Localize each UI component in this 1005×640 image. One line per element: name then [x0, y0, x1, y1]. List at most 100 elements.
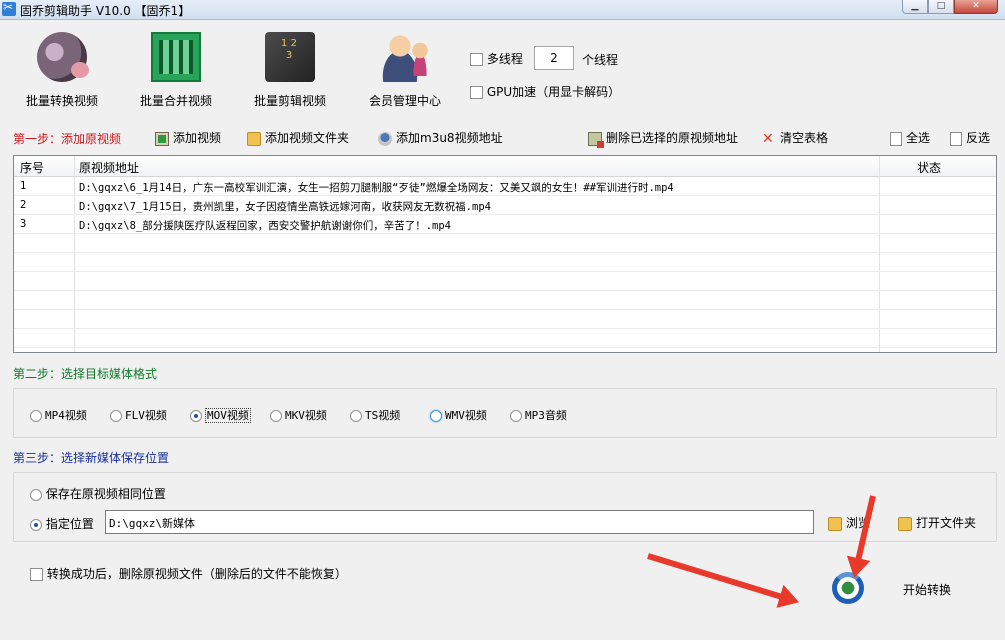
clear-table-button[interactable]: ✕ 清空表格: [762, 129, 828, 146]
table-row[interactable]: 2 D:\gqxz\7_1月15日，贵州凯里，女子因疫情坐高铁远嫁河南，收获网友…: [14, 196, 996, 215]
window-controls: ▁ □ ✕: [902, 0, 998, 14]
empty-row: [14, 234, 996, 253]
select-all-button[interactable]: 全选: [890, 129, 930, 146]
format-label: MP3音频: [525, 409, 567, 422]
film-reel-icon: [37, 32, 89, 82]
empty-row: [14, 272, 996, 291]
app-scissors-icon: [2, 0, 16, 16]
radio-button[interactable]: [510, 410, 522, 422]
column-header-no[interactable]: 序号: [20, 159, 44, 176]
format-option-wmv[interactable]: WMV视频: [430, 407, 487, 423]
folder-search-icon: [828, 516, 842, 531]
tool-label: 批量合并视频: [139, 94, 212, 108]
table-row[interactable]: 3 D:\gqxz\8_部分援陕医疗队返程回家，西安交警护航谢谢你们，辛苦了！.…: [14, 215, 996, 234]
format-label: FLV视频: [125, 409, 167, 422]
checkbox-box[interactable]: [30, 568, 43, 581]
thread-unit-label: 个线程: [582, 53, 619, 67]
add-m3u8-button[interactable]: 添加m3u8视频地址: [378, 129, 503, 146]
step3-title: 第三步：选择新媒体保存位置: [13, 451, 170, 465]
column-header-status[interactable]: 状态: [917, 159, 941, 176]
radio-button[interactable]: [430, 410, 442, 422]
tool-member-center[interactable]: 会员管理中心: [365, 32, 445, 109]
format-option-mkv[interactable]: MKV视频: [270, 407, 327, 423]
row-no: 2: [20, 199, 27, 211]
empty-row: [14, 291, 996, 310]
add-video-button[interactable]: 添加视频: [155, 129, 221, 146]
format-option-mov[interactable]: MOV视频: [190, 407, 251, 423]
multithread-checkbox[interactable]: 多线程: [470, 50, 523, 67]
radio-button-selected[interactable]: [190, 410, 202, 422]
checkbox-box[interactable]: [470, 53, 483, 66]
thread-count-input[interactable]: 2: [534, 46, 574, 70]
clear-table-label: 清空表格: [780, 131, 829, 145]
format-label: TS视频: [365, 409, 401, 422]
table-row[interactable]: 1 D:\gqxz\6_1月14日，广东一高校军训汇演，女生一招剪刀腿制服“歹徒…: [14, 177, 996, 196]
step2-title: 第二步：选择目标媒体格式: [13, 367, 158, 381]
video-table[interactable]: 序号 原视频地址 状态 1 D:\gqxz\6_1月14日，广东一高校军训汇演，…: [13, 155, 997, 353]
save-custom-label: 指定位置: [45, 517, 94, 531]
tool-label: 会员管理中心: [368, 94, 441, 108]
delete-after-label: 转换成功后，删除原视频文件（删除后的文件不能恢复）: [46, 567, 347, 581]
multithread-label: 多线程: [486, 52, 523, 66]
close-button[interactable]: ✕: [954, 0, 998, 14]
tool-label: 批量剪辑视频: [253, 94, 326, 108]
row-path: D:\gqxz\8_部分援陕医疗队返程回家，西安交警护航谢谢你们，辛苦了！.mp…: [79, 220, 452, 232]
red-x-icon: ✕: [762, 130, 774, 147]
format-label: WMV视频: [445, 409, 487, 422]
tool-batch-cut[interactable]: 批量剪辑视频: [250, 32, 330, 109]
format-option-mp4[interactable]: MP4视频: [30, 407, 87, 423]
maximize-button[interactable]: □: [928, 0, 954, 14]
users-icon: [380, 32, 430, 82]
globe-link-icon: [378, 131, 392, 146]
row-no: 3: [20, 218, 27, 230]
delete-after-checkbox[interactable]: 转换成功后，删除原视频文件（删除后的文件不能恢复）: [30, 565, 347, 582]
save-same-label: 保存在原视频相同位置: [45, 487, 166, 501]
delete-selected-label: 删除已选择的原视频地址: [606, 131, 739, 145]
radio-button[interactable]: [30, 488, 42, 501]
radio-button[interactable]: [110, 410, 122, 422]
folder-add-icon: [247, 131, 261, 146]
row-path: D:\gqxz\6_1月14日，广东一高校军训汇演，女生一招剪刀腿制服“歹徒”燃…: [79, 182, 674, 194]
add-video-label: 添加视频: [173, 131, 222, 145]
minimize-button[interactable]: ▁: [902, 0, 928, 14]
annotation-arrow: [647, 553, 785, 601]
merge-grid-icon: [151, 32, 201, 82]
select-all-label: 全选: [906, 131, 931, 145]
invert-label: 反选: [966, 131, 991, 145]
tool-batch-merge[interactable]: 批量合并视频: [136, 32, 216, 109]
checkbox-box[interactable]: [470, 86, 483, 99]
format-label: MP4视频: [45, 409, 87, 422]
empty-row: [14, 329, 996, 348]
invert-selection-button[interactable]: 反选: [950, 129, 990, 146]
radio-button-selected[interactable]: [30, 518, 42, 531]
open-folder-label: 打开文件夹: [916, 516, 977, 530]
open-folder-button[interactable]: 打开文件夹: [898, 514, 976, 531]
page-icon: [950, 131, 962, 146]
save-same-location-option[interactable]: 保存在原视频相同位置: [30, 485, 166, 502]
tool-batch-convert[interactable]: 批量转换视频: [22, 32, 102, 109]
save-custom-location-option[interactable]: 指定位置: [30, 515, 94, 532]
radio-button[interactable]: [30, 410, 42, 422]
gpu-label: GPU加速（用显卡解码）: [486, 85, 621, 99]
folder-open-icon: [898, 516, 912, 531]
add-m3u8-label: 添加m3u8视频地址: [396, 131, 503, 145]
tool-label: 批量转换视频: [25, 94, 98, 108]
format-label: MKV视频: [285, 409, 327, 422]
radio-button[interactable]: [270, 410, 282, 422]
add-folder-label: 添加视频文件夹: [265, 131, 350, 145]
add-folder-button[interactable]: 添加视频文件夹: [247, 129, 349, 146]
film-strip-scissors-icon: [265, 32, 315, 82]
format-option-mp3[interactable]: MP3音频: [510, 407, 567, 423]
save-path-input[interactable]: D:\gqxz\新媒体: [105, 510, 814, 534]
delete-selected-button[interactable]: 删除已选择的原视频地址: [588, 129, 739, 148]
delete-file-icon: [588, 131, 604, 148]
page-icon: [890, 131, 902, 146]
format-option-ts[interactable]: TS视频: [350, 407, 400, 423]
start-convert-label[interactable]: 开始转换: [903, 581, 951, 598]
format-label: MOV视频: [205, 408, 251, 423]
radio-button[interactable]: [350, 410, 362, 422]
format-option-flv[interactable]: FLV视频: [110, 407, 167, 423]
gpu-checkbox[interactable]: GPU加速（用显卡解码）: [470, 83, 620, 100]
column-header-path[interactable]: 原视频地址: [79, 159, 139, 176]
empty-row: [14, 310, 996, 329]
